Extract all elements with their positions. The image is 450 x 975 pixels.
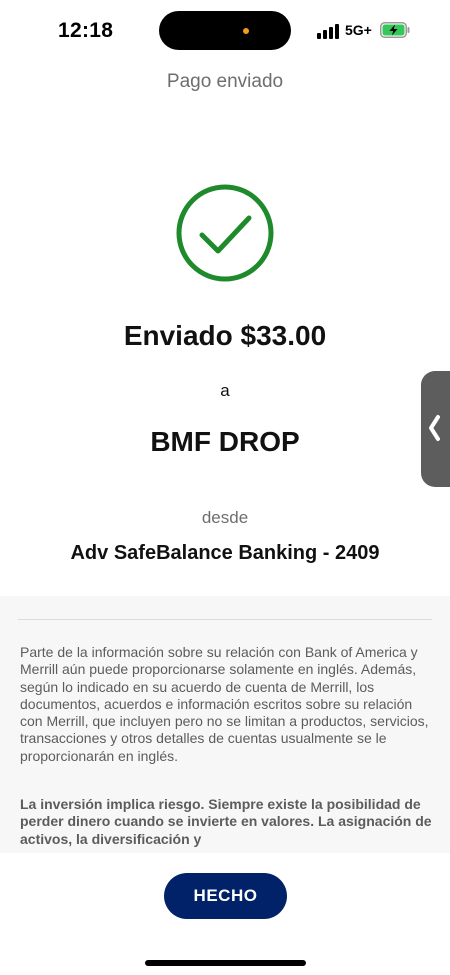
done-button[interactable]: HECHO <box>164 873 287 919</box>
dynamic-island <box>159 11 291 50</box>
home-indicator[interactable] <box>145 960 306 966</box>
divider <box>18 619 432 620</box>
chevron-left-icon <box>429 415 440 441</box>
side-panel-tab[interactable] <box>421 371 450 487</box>
to-label: a <box>220 381 230 400</box>
cellular-signal-icon <box>317 23 341 39</box>
privacy-indicator-dot <box>243 28 249 34</box>
status-time: 12:18 <box>58 19 114 42</box>
risk-disclosure: La inversión implica riesgo. Siempre exi… <box>20 796 432 847</box>
disclosure-section[interactable]: Parte de la información sobre su relació… <box>0 596 450 853</box>
battery-charging-icon <box>380 22 410 38</box>
status-bar: 12:18 5G+ <box>0 0 450 62</box>
page-title: Pago enviado <box>166 71 284 92</box>
source-account: Adv SafeBalance Banking - 2409 <box>70 542 380 564</box>
from-label: desde <box>201 508 249 527</box>
recipient-name: BMF DROP <box>150 426 300 457</box>
checkmark-circle-icon <box>176 184 274 282</box>
network-type: 5G+ <box>345 22 372 38</box>
footer: HECHO <box>0 853 450 975</box>
language-disclosure: Parte de la información sobre su relació… <box>20 644 429 764</box>
sent-amount: Enviado $33.00 <box>123 320 327 351</box>
